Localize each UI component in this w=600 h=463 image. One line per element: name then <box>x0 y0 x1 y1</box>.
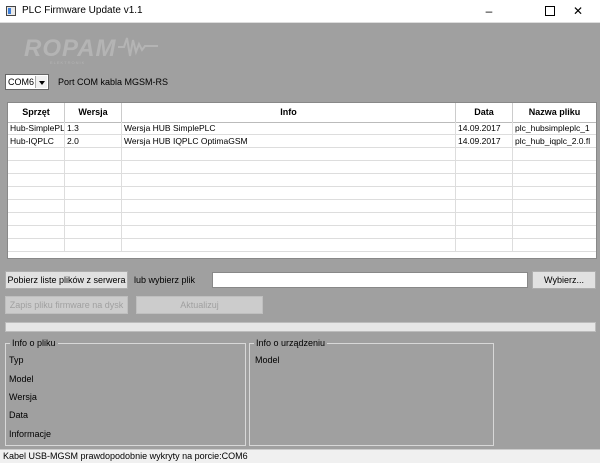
empty-row <box>8 226 596 239</box>
cell-date: 14.09.2017 <box>456 122 513 135</box>
maximize-icon <box>545 6 555 16</box>
cell-date: 14.09.2017 <box>456 135 513 148</box>
table-row[interactable]: Hub-SimplePLC 1.3 Wersja HUB SimplePLC 1… <box>8 122 596 135</box>
cell-version: 2.0 <box>65 135 122 148</box>
close-icon: ✕ <box>572 4 584 18</box>
cell-hardware: Hub-SimplePLC <box>10 122 65 135</box>
device-info-legend: Info o urządzeniu <box>254 338 328 348</box>
file-path-input[interactable] <box>212 272 528 288</box>
table-row[interactable]: Hub-IQPLC 2.0 Wersja HUB IQPLC OptimaGSM… <box>8 135 596 148</box>
table-header: Sprzęt Wersja Info Data Nazwa pliku <box>8 103 596 123</box>
minimize-button[interactable]: – <box>467 0 511 22</box>
com-port-label: Port COM kabla MGSM-RS <box>58 77 169 87</box>
window-title: PLC Firmware Update v1.1 <box>22 5 143 16</box>
ropam-logo: ROPAM ELEKTRONIK <box>14 32 164 65</box>
status-bar: Kabel USB-MGSM prawdopodobnie wykryty na… <box>0 449 600 463</box>
chevron-down-icon[interactable] <box>35 76 47 88</box>
or-choose-file-label: lub wybierz plik <box>134 275 196 285</box>
empty-row <box>8 148 596 161</box>
cell-info: Wersja HUB SimplePLC <box>122 122 456 135</box>
file-date-label: Data <box>9 410 29 420</box>
title-bar: PLC Firmware Update v1.1 – ✕ <box>0 0 600 23</box>
empty-row <box>8 239 596 252</box>
close-button[interactable]: ✕ <box>556 0 600 22</box>
choose-file-button[interactable]: Wybierz... <box>532 271 596 289</box>
cell-filename: plc_hubsimpleplc_1 <box>513 122 596 135</box>
minimize-icon: – <box>485 4 493 18</box>
empty-row <box>8 174 596 187</box>
app-icon <box>6 6 16 16</box>
file-info-group: Info o pliku Typ Model Wersja Data Infor… <box>5 338 246 446</box>
progress-bar <box>5 322 596 332</box>
fetch-file-list-button[interactable]: Pobierz liste plików z serwera <box>5 271 128 289</box>
logo-text: ROPAM <box>24 35 117 62</box>
cell-version: 1.3 <box>65 122 122 135</box>
cell-hardware: Hub-IQPLC <box>8 135 65 148</box>
update-button[interactable]: Aktualizuj <box>136 296 263 314</box>
cell-filename: plc_hub_iqplc_2.0.fl <box>513 135 596 148</box>
file-version-label: Wersja <box>9 392 37 402</box>
empty-row <box>8 161 596 174</box>
column-header-filename[interactable]: Nazwa pliku <box>513 103 596 122</box>
firmware-table[interactable]: Sprzęt Wersja Info Data Nazwa pliku Hub-… <box>7 102 597 259</box>
com-port-select[interactable]: COM6 <box>5 74 49 90</box>
save-firmware-button[interactable]: Zapis pliku firmware na dysk <box>5 296 128 314</box>
empty-row <box>8 213 596 226</box>
logo-wave-icon <box>118 37 158 57</box>
column-header-info[interactable]: Info <box>122 103 456 122</box>
file-type-label: Typ <box>9 355 24 365</box>
file-info-field-label: Informacje <box>9 429 52 439</box>
empty-row <box>8 200 596 213</box>
logo-subtext: ELEKTRONIK <box>50 60 86 65</box>
device-info-group: Info o urządzeniu Model <box>249 338 494 446</box>
cell-info: Wersja HUB IQPLC OptimaGSM <box>122 135 456 148</box>
empty-row <box>8 187 596 200</box>
device-model-label: Model <box>255 355 280 365</box>
status-text: Kabel USB-MGSM prawdopodobnie wykryty na… <box>3 451 248 461</box>
com-port-value: COM6 <box>8 77 35 87</box>
file-model-label: Model <box>9 374 34 384</box>
column-header-hardware[interactable]: Sprzęt <box>8 103 65 122</box>
column-header-date[interactable]: Data <box>456 103 513 122</box>
column-header-version[interactable]: Wersja <box>65 103 122 122</box>
file-info-legend: Info o pliku <box>10 338 58 348</box>
